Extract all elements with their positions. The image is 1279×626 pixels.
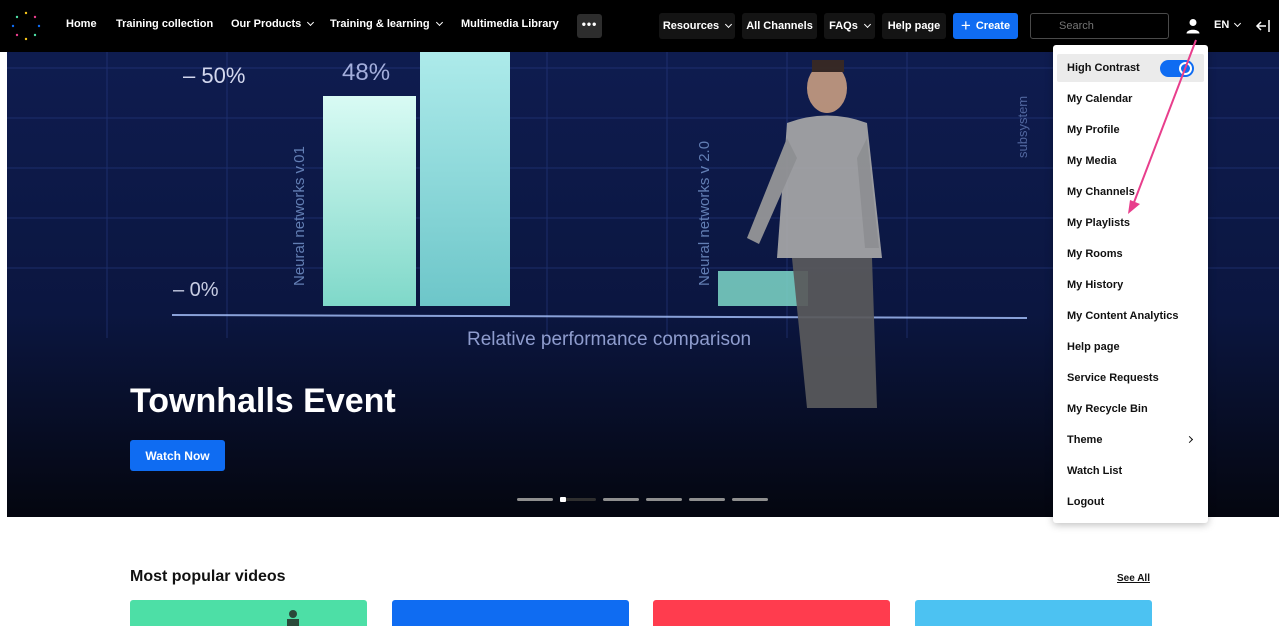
menu-item-label: My Channels — [1067, 186, 1135, 198]
hero-screen-label-nn2: Neural networks v 2.0 — [696, 141, 713, 286]
nav-all-channels[interactable]: All Channels — [742, 13, 817, 39]
toggle-knob — [1179, 62, 1192, 75]
menu-item-label: Service Requests — [1067, 372, 1159, 384]
nav-multimedia-library-label: Multimedia Library — [461, 18, 559, 30]
menu-item-my-calendar[interactable]: My Calendar — [1057, 85, 1204, 113]
menu-item-label: My Content Analytics — [1067, 310, 1179, 322]
user-profile-icon[interactable] — [1186, 18, 1200, 34]
carousel-indicators — [517, 497, 768, 502]
menu-item-my-profile[interactable]: My Profile — [1057, 116, 1204, 144]
create-button-label: Create — [975, 20, 1011, 32]
menu-item-my-history[interactable]: My History — [1057, 271, 1204, 299]
menu-item-label: High Contrast — [1067, 62, 1140, 74]
menu-item-my-recycle-bin[interactable]: My Recycle Bin — [1057, 395, 1204, 423]
nav-home[interactable]: Home — [66, 18, 97, 30]
menu-item-my-content-analytics[interactable]: My Content Analytics — [1057, 302, 1204, 330]
nav-training-collection[interactable]: Training collection — [116, 18, 213, 30]
carousel-dot[interactable] — [732, 498, 768, 501]
menu-item-high-contrast[interactable]: High Contrast — [1057, 54, 1204, 82]
more-menu-button[interactable]: ••• — [577, 14, 602, 38]
nav-help-page-label: Help page — [887, 20, 941, 32]
menu-item-label: My Profile — [1067, 124, 1120, 136]
menu-item-label: My Media — [1067, 155, 1117, 167]
video-card[interactable] — [392, 600, 629, 626]
chevron-down-icon — [725, 20, 733, 29]
video-card[interactable] — [915, 600, 1152, 626]
nav-our-products-label: Our Products — [231, 18, 302, 30]
menu-item-label: My Playlists — [1067, 217, 1130, 229]
nav-training-collection-label: Training collection — [116, 18, 214, 30]
video-card[interactable] — [653, 600, 890, 626]
nav-help-page[interactable]: Help page — [882, 13, 946, 39]
collapse-sidebar-icon[interactable] — [1255, 18, 1271, 34]
hero-screen-label-subsystem: subsystem — [1015, 96, 1030, 158]
menu-item-label: Help page — [1067, 341, 1120, 353]
carousel-dot[interactable] — [603, 498, 639, 501]
menu-item-my-media[interactable]: My Media — [1057, 147, 1204, 175]
hero-screen-label-minus50: – 50% — [183, 63, 245, 88]
menu-item-my-playlists[interactable]: My Playlists — [1057, 209, 1204, 237]
menu-item-logout[interactable]: Logout — [1057, 488, 1204, 516]
hero-title: Townhalls Event — [130, 382, 396, 420]
nav-training-learning-label: Training & learning — [330, 18, 430, 30]
hero-screen-caption: Relative performance comparison — [467, 329, 751, 350]
carousel-dot-active[interactable] — [560, 497, 596, 502]
carousel-dot[interactable] — [646, 498, 682, 501]
menu-item-label: Watch List — [1067, 465, 1123, 477]
brand-logo-icon[interactable] — [10, 10, 42, 42]
nav-faqs-label: FAQs — [829, 20, 858, 32]
chevron-down-icon — [307, 18, 315, 27]
menu-item-theme[interactable]: Theme — [1057, 426, 1204, 454]
chevron-right-icon — [1185, 435, 1194, 444]
menu-item-my-rooms[interactable]: My Rooms — [1057, 240, 1204, 268]
create-button[interactable]: + Create — [953, 13, 1018, 39]
carousel-dot[interactable] — [689, 498, 725, 501]
carousel-dot[interactable] — [517, 498, 553, 501]
high-contrast-toggle[interactable] — [1160, 60, 1194, 77]
menu-item-label: My Calendar — [1067, 93, 1133, 105]
search-icon — [1039, 20, 1051, 32]
see-all-link[interactable]: See All — [1117, 573, 1150, 584]
chevron-down-icon — [1234, 19, 1242, 28]
language-selector[interactable]: EN — [1214, 19, 1242, 31]
user-dropdown-menu: High Contrast My Calendar My Profile My … — [1053, 45, 1208, 523]
nav-faqs[interactable]: FAQs — [824, 13, 875, 39]
menu-item-help-page[interactable]: Help page — [1057, 333, 1204, 361]
hero-screen-label-nn1: Neural networks v.01 — [291, 146, 308, 286]
hero-screen-label-zero: – 0% — [173, 279, 219, 301]
person-thumbnail-icon — [287, 610, 299, 626]
nav-multimedia-library[interactable]: Multimedia Library — [461, 18, 559, 30]
nav-resources-label: Resources — [662, 20, 720, 32]
chevron-down-icon — [435, 18, 443, 27]
watch-now-button[interactable]: Watch Now — [130, 440, 225, 471]
nav-all-channels-label: All Channels — [746, 20, 813, 32]
nav-resources[interactable]: Resources — [659, 13, 735, 39]
section-title-most-popular: Most popular videos — [130, 568, 286, 585]
menu-item-label: My Rooms — [1067, 248, 1123, 260]
nav-training-learning[interactable]: Training & learning — [330, 18, 443, 30]
menu-item-label: Logout — [1067, 496, 1105, 508]
menu-item-label: My History — [1067, 279, 1124, 291]
chevron-down-icon — [863, 20, 871, 29]
nav-our-products[interactable]: Our Products — [231, 18, 315, 30]
plus-icon: + — [960, 15, 971, 35]
menu-item-label: Theme — [1067, 434, 1103, 446]
nav-home-label: Home — [66, 18, 97, 30]
menu-item-label: My Recycle Bin — [1067, 403, 1148, 415]
menu-item-my-channels[interactable]: My Channels — [1057, 178, 1204, 206]
language-label: EN — [1214, 19, 1230, 31]
menu-item-watch-list[interactable]: Watch List — [1057, 457, 1204, 485]
hero-screen-label-48: 48% — [342, 59, 390, 86]
menu-item-service-requests[interactable]: Service Requests — [1057, 364, 1204, 392]
video-card[interactable] — [130, 600, 367, 626]
